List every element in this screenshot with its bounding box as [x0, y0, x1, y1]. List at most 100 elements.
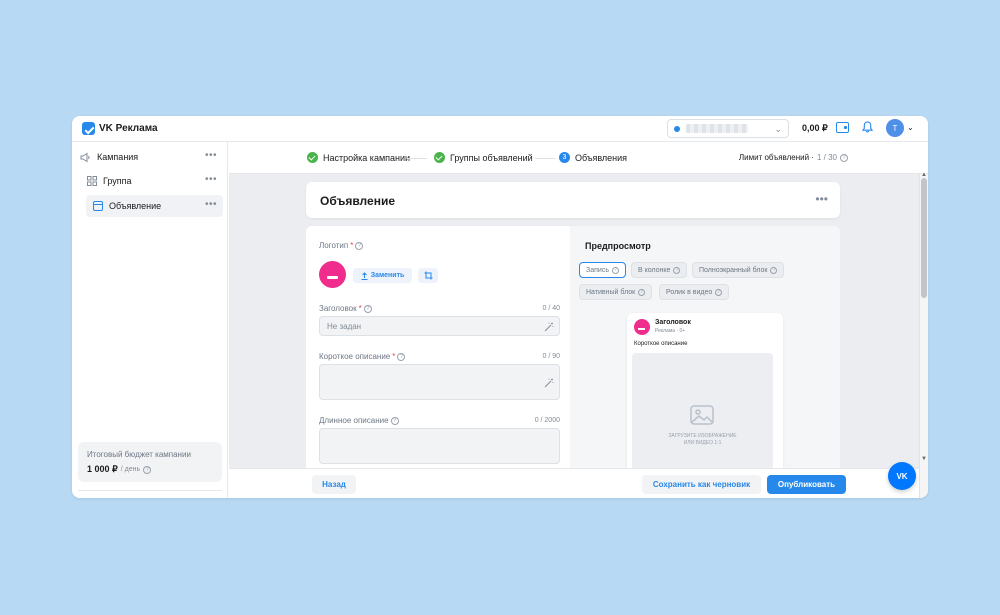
format-chip-native[interactable]: Нативный блок ? [579, 284, 653, 300]
format-chip-column[interactable]: В колонке ? [631, 262, 688, 278]
wallet-icon[interactable] [836, 122, 849, 133]
check-icon [307, 152, 318, 163]
chip-label: Ролик в видео [666, 288, 713, 296]
sidebar-item-campaign[interactable]: Кампания ••• [80, 146, 223, 168]
info-icon: ? [611, 266, 619, 274]
sidebar-item-label: Группа [103, 176, 132, 186]
vk-help-button[interactable]: VK [888, 462, 916, 490]
avatar-chevron-down-icon[interactable]: ⌄ [907, 123, 914, 132]
chip-label: Полноэкранный блок [699, 266, 768, 274]
bell-icon[interactable] [862, 121, 873, 133]
magic-wand-icon[interactable] [544, 378, 554, 388]
more-dots-icon[interactable]: ••• [205, 150, 217, 161]
info-icon[interactable]: ? [143, 465, 152, 474]
info-icon[interactable]: ? [355, 241, 364, 250]
page-title: Объявление [320, 194, 395, 208]
info-icon: ? [715, 288, 723, 296]
title-placeholder: Не задан [327, 322, 362, 331]
budget-value: 1 000 ₽ [87, 464, 118, 474]
required-mark: * [350, 241, 354, 250]
info-icon: ? [638, 288, 646, 296]
top-bar: VK Реклама ⌄ 0,00 ₽ Т ⌄ [72, 116, 928, 142]
budget-unit: / день [120, 466, 141, 473]
long-description-input[interactable] [319, 428, 560, 464]
step-number: 3 [559, 152, 570, 163]
back-button[interactable]: Назад [312, 475, 356, 494]
sidebar-divider [78, 490, 222, 491]
logo-preview[interactable] [319, 261, 346, 288]
step-ads[interactable]: 3 Объявления [559, 152, 627, 163]
title-input[interactable]: Не задан [319, 316, 560, 336]
balance-value[interactable]: 0,00 ₽ [802, 123, 828, 134]
more-dots-icon[interactable]: ••• [205, 199, 217, 210]
more-dots-icon[interactable]: ••• [815, 192, 828, 206]
ad-image-hint: Загрузите изображение или видео 1:1 [632, 433, 773, 447]
sidebar-item-group[interactable]: Группа ••• [86, 170, 223, 192]
user-avatar[interactable]: Т [886, 119, 904, 137]
publish-button[interactable]: Опубликовать [767, 475, 846, 494]
scrollbar[interactable]: ▲ ▼ [919, 172, 928, 498]
account-name-redacted [686, 124, 748, 133]
ad-description: Короткое описание [634, 341, 688, 347]
step-ad-groups[interactable]: Группы объявлений [434, 152, 533, 163]
scroll-down-arrow-icon[interactable]: ▼ [921, 456, 927, 462]
ad-image-placeholder[interactable]: Загрузите изображение или видео 1:1 [632, 353, 773, 468]
budget-label: Итоговый бюджет кампании [87, 450, 191, 459]
app-title: VK Реклама [99, 123, 158, 134]
check-icon [434, 152, 445, 163]
long-counter: 0 / 2000 [534, 417, 560, 424]
long-description-label: Длинное описание ? [319, 416, 399, 425]
image-hint-line-2: или видео 1:1 [683, 440, 722, 446]
budget-card: Итоговый бюджет кампании 1 000 ₽ / день … [78, 442, 222, 482]
footer-bar: Назад Сохранить как черновик Опубликоват… [229, 468, 919, 498]
info-icon[interactable]: ? [840, 153, 848, 162]
scroll-thumb[interactable] [921, 178, 927, 298]
app-window: VK Реклама ⌄ 0,00 ₽ Т ⌄ Кампания ••• Гру… [72, 116, 928, 498]
user-icon [674, 125, 680, 132]
image-hint-line-1: Загрузите изображение [668, 433, 737, 439]
ad-form: Логотип * ? Заменить Заголовок * ? 0 / 4… [306, 226, 570, 468]
crop-button[interactable] [418, 268, 438, 283]
app-logo[interactable]: VK Реклама [82, 122, 158, 135]
title-label: Заголовок * ? [319, 304, 372, 313]
info-icon[interactable]: ? [363, 304, 372, 313]
title-label-text: Заголовок [319, 304, 357, 313]
replace-label: Заменить [370, 272, 405, 279]
crop-icon [424, 271, 432, 280]
grid-icon [86, 176, 97, 187]
step-campaign-settings[interactable]: Настройка кампании [307, 152, 410, 163]
step-label: Объявления [575, 152, 628, 163]
info-icon[interactable]: ? [390, 416, 399, 425]
logo-label-text: Логотип [319, 241, 349, 250]
vk-ads-logo-icon [82, 122, 95, 135]
required-mark: * [392, 352, 396, 361]
logo-label: Логотип * ? [319, 241, 364, 250]
ad-subtitle: Реклама · 0+ [655, 328, 686, 334]
ad-logo [634, 319, 650, 335]
long-label-text: Длинное описание [319, 416, 389, 425]
ad-title: Заголовок [655, 319, 691, 326]
save-draft-button[interactable]: Сохранить как черновик [642, 475, 761, 494]
short-description-input[interactable] [319, 364, 560, 400]
sidebar-item-label: Объявление [109, 201, 162, 211]
replace-logo-button[interactable]: Заменить [353, 268, 412, 283]
format-chip-fullscreen[interactable]: Полноэкранный блок ? [692, 262, 785, 278]
ads-limit: Лимит объявлений · 1 / 30 ? [739, 153, 848, 162]
magic-wand-icon[interactable] [544, 322, 554, 332]
chevron-down-icon: ⌄ [774, 124, 782, 134]
chip-label: Нативный блок [586, 288, 636, 296]
stepper: Настройка кампании Группы объявлений 3 О… [229, 142, 928, 174]
ad-card-icon [92, 201, 103, 212]
chip-label: В колонке [638, 266, 671, 274]
account-select[interactable]: ⌄ [667, 119, 789, 138]
format-chip-video[interactable]: Ролик в видео ? [659, 284, 730, 300]
sidebar-item-ad[interactable]: Объявление ••• [86, 195, 223, 217]
step-label: Настройка кампании [323, 152, 411, 163]
step-connector [535, 158, 555, 159]
preview-panel: Предпросмотр Запись ? В колонке ? Полноэ… [570, 226, 840, 468]
info-icon[interactable]: ? [397, 352, 406, 361]
main-area: Настройка кампании Группы объявлений 3 О… [229, 142, 928, 498]
more-dots-icon[interactable]: ••• [205, 174, 217, 185]
format-chip-post[interactable]: Запись ? [579, 262, 626, 278]
short-description-label: Короткое описание * ? [319, 352, 406, 361]
